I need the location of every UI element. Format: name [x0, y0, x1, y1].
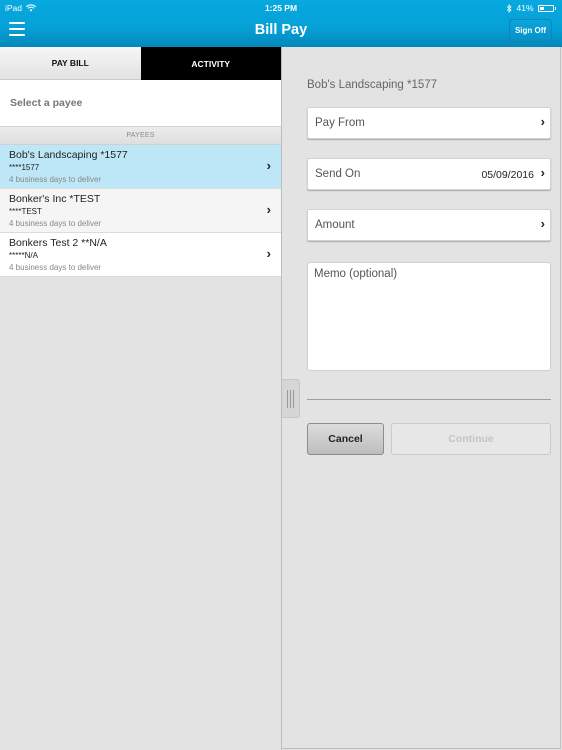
pay-from-field[interactable]: Pay From ›	[307, 107, 551, 139]
payee-name: Bonkers Test 2 **N/A	[9, 237, 107, 249]
payee-name: Bonker's Inc *TEST	[9, 193, 101, 205]
payee-row[interactable]: Bob's Landscaping *1577 ****1577 4 busin…	[0, 145, 281, 189]
payee-delivery-time: 4 business days to deliver	[9, 263, 102, 272]
chevron-right-icon: ›	[266, 158, 271, 173]
tab-bar: PAY BILL ACTIVITY	[0, 47, 281, 80]
select-payee-prompt: Select a payee	[0, 80, 281, 127]
payee-account: *****N/A	[9, 251, 38, 260]
payment-form-pane: Bob's Landscaping *1577 Pay From › Send …	[282, 47, 561, 749]
battery-tip	[554, 6, 556, 10]
battery-icon	[537, 4, 554, 12]
continue-button[interactable]: Continue	[391, 423, 551, 455]
tab-activity[interactable]: ACTIVITY	[140, 47, 281, 80]
selected-payee-title: Bob's Landscaping *1577	[307, 79, 438, 91]
tab-pay-bill[interactable]: PAY BILL	[0, 47, 141, 80]
chevron-right-icon: ›	[266, 246, 271, 261]
page-title: Bill Pay	[254, 22, 308, 38]
payees-section-header: PAYEES	[0, 127, 281, 145]
chevron-right-icon: ›	[540, 216, 545, 231]
payee-delivery-time: 4 business days to deliver	[9, 175, 102, 184]
sign-off-button[interactable]: Sign Off	[509, 19, 552, 42]
cancel-button[interactable]: Cancel	[307, 423, 384, 455]
app-header: iPad 1:25 PM 41% Bill Pay Sign Off	[0, 0, 562, 47]
payee-account: ****1577	[9, 163, 40, 172]
payee-name: Bob's Landscaping *1577	[9, 149, 128, 161]
payee-delivery-time: 4 business days to deliver	[9, 219, 102, 228]
send-on-field[interactable]: Send On 05/09/2016 ›	[307, 158, 551, 190]
battery-level	[539, 6, 545, 10]
payee-row[interactable]: Bonker's Inc *TEST ****TEST 4 business d…	[0, 189, 281, 233]
memo-input[interactable]: Memo (optional)	[307, 262, 551, 371]
pay-from-label: Pay From	[315, 117, 365, 129]
send-on-date: 05/09/2016	[481, 169, 534, 181]
chevron-right-icon: ›	[266, 202, 271, 217]
bluetooth-icon	[507, 3, 513, 13]
payee-row[interactable]: Bonkers Test 2 **N/A *****N/A 4 business…	[0, 233, 281, 277]
status-time: 1:25 PM	[264, 3, 298, 13]
amount-field[interactable]: Amount ›	[307, 209, 551, 241]
split-view-drag-handle[interactable]	[282, 379, 300, 418]
payee-account: ****TEST	[9, 207, 42, 216]
battery-percent: 41%	[516, 3, 534, 13]
chevron-right-icon: ›	[540, 114, 545, 129]
amount-label: Amount	[315, 219, 355, 231]
form-separator	[307, 399, 551, 400]
send-on-label: Send On	[315, 168, 361, 180]
payee-pane: PAY BILL ACTIVITY Select a payee PAYEES …	[0, 47, 281, 750]
status-bar: iPad 1:25 PM 41%	[0, 0, 562, 14]
chevron-right-icon: ›	[540, 165, 545, 180]
